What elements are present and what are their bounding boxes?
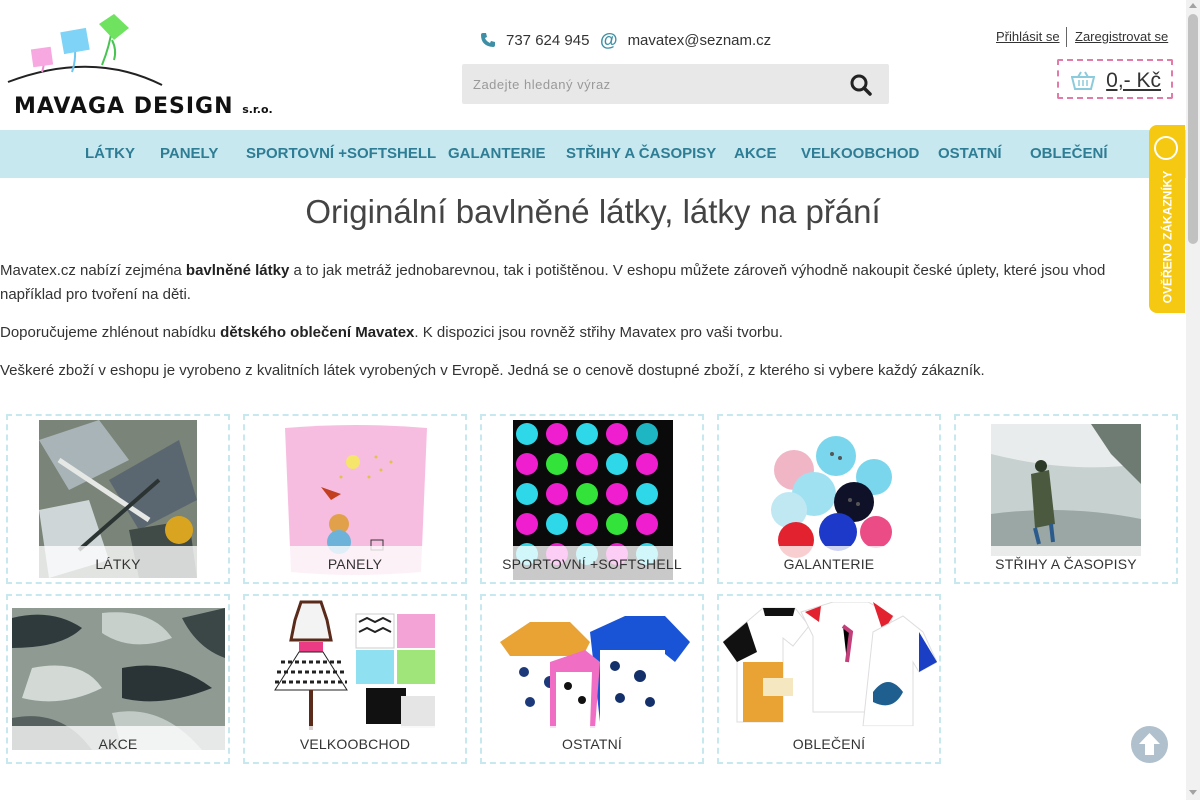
page-title: Originální bavlněné látky, látky na přán… (305, 193, 881, 230)
category-label-strihy: STŘIHY A ČASOPISY (956, 546, 1176, 582)
category-image-velkoobchod (271, 600, 441, 740)
nav-item-galanterie[interactable]: GALANTERIE (448, 130, 546, 178)
scrollbar-thumb[interactable] (1188, 14, 1198, 244)
category-label-velkoobchod: VELKOOBCHOD (245, 726, 465, 762)
category-label-ostatni: OSTATNÍ (482, 726, 702, 762)
site-logo[interactable]: MAVAGA DESIGN s.r.o. (2, 10, 273, 120)
phone-icon (480, 32, 496, 48)
nav-item-sportovni[interactable]: SPORTOVNÍ +SOFTSHELL (246, 130, 436, 178)
intro-text-line2: například pro tvoření na děti. (0, 286, 191, 303)
nav-item-panely[interactable]: PANELY (160, 130, 218, 178)
category-label-sportovni: SPORTOVNÍ +SOFTSHELL (482, 546, 702, 582)
phone-number: 737 624 945 (506, 31, 590, 49)
cart-total: 0,- Kč (1106, 69, 1161, 92)
category-image-obleceni (723, 602, 937, 732)
category-tile-panely[interactable]: PANELY (243, 414, 467, 584)
logo-kites-graphic (7, 14, 163, 86)
brand-name: MAVAGA DESIGN (14, 94, 234, 119)
category-image-galanterie (764, 432, 899, 562)
site-header: MAVAGA DESIGN s.r.o. 737 624 945 @ mavat… (0, 0, 1186, 130)
nav-item-obleceni[interactable]: OBLEČENÍ (1030, 130, 1108, 178)
logo-text: MAVAGA DESIGN s.r.o. (14, 94, 273, 119)
intro-text-cont: a to jak metráž jednobarevnou, tak i pot… (289, 262, 1106, 279)
nav-item-ostatni[interactable]: OSTATNÍ (938, 130, 1002, 178)
at-icon: @ (600, 29, 618, 50)
main-nav: LÁTKY PANELY SPORTOVNÍ +SOFTSHELL GALANT… (0, 130, 1186, 178)
category-label-akce: AKCE (8, 726, 228, 762)
scroll-up-arrow-icon[interactable] (1189, 3, 1197, 8)
nav-item-akce[interactable]: AKCE (734, 130, 777, 178)
nav-item-latky[interactable]: LÁTKY (85, 130, 135, 178)
category-image-ostatni (490, 602, 695, 736)
login-link[interactable]: Přihlásit se (996, 29, 1060, 44)
intro-paragraph-2: Doporučujeme zhlénout nabídku dětského o… (0, 321, 1150, 345)
recommend-text: Doporučujeme zhlénout nabídku (0, 324, 221, 341)
search-icon[interactable] (849, 73, 873, 97)
recommend-text-cont: . K dispozici jsou rovněž střihy Mavatex… (414, 324, 783, 341)
badge-seal-icon (1154, 136, 1178, 160)
intro-text: Mavatex.cz nabízí zejména (0, 262, 186, 279)
contact-phone[interactable]: 737 624 945 (480, 28, 589, 52)
email-address: mavatex@seznam.cz (627, 31, 772, 49)
recommend-bold-text[interactable]: dětského oblečení Mavatex (220, 324, 414, 341)
nav-item-velkoobchod[interactable]: VELKOOBCHOD (801, 130, 919, 178)
category-tile-akce[interactable]: AKCE (6, 594, 230, 764)
intro-paragraph-3: Veškeré zboží v eshopu je vyrobeno z kva… (0, 362, 985, 379)
auth-divider (1066, 27, 1067, 47)
contact-email[interactable]: @ mavatex@seznam.cz (600, 28, 771, 52)
scroll-down-arrow-icon[interactable] (1189, 790, 1197, 795)
category-label-obleceni: OBLEČENÍ (719, 726, 939, 762)
category-tile-obleceni[interactable]: OBLEČENÍ (717, 594, 941, 764)
page-scrollbar[interactable] (1186, 0, 1200, 800)
category-tile-latky[interactable]: LÁTKY (6, 414, 230, 584)
category-tile-ostatni[interactable]: OSTATNÍ (480, 594, 704, 764)
category-label-latky: LÁTKY (8, 546, 228, 582)
cart-button[interactable]: 0,- Kč (1057, 59, 1173, 99)
intro-paragraph-1: Mavatex.cz nabízí zejména bavlněné látky… (0, 259, 1150, 307)
arrow-up-icon (1139, 733, 1160, 755)
search-input[interactable] (462, 64, 843, 104)
category-tile-strihy[interactable]: STŘIHY A ČASOPISY (954, 414, 1178, 584)
category-image-strihy (991, 424, 1141, 556)
brand-suffix: s.r.o. (242, 103, 273, 116)
search-box (462, 64, 889, 104)
basket-icon (1070, 71, 1096, 96)
category-label-galanterie: GALANTERIE (719, 546, 939, 582)
category-tile-sportovni[interactable]: SPORTOVNÍ +SOFTSHELL (480, 414, 704, 584)
badge-text: OVĚŘENO ZÁKAZNÍKY (1160, 170, 1174, 304)
register-link[interactable]: Zaregistrovat se (1075, 29, 1168, 44)
intro-bold-text[interactable]: bavlněné látky (186, 262, 289, 279)
category-tile-galanterie[interactable]: GALANTERIE (717, 414, 941, 584)
category-label-panely: PANELY (245, 546, 465, 582)
category-tile-velkoobchod[interactable]: VELKOOBCHOD (243, 594, 467, 764)
back-to-top-button[interactable] (1131, 726, 1168, 763)
nav-item-strihy[interactable]: STŘIHY A ČASOPISY (566, 130, 716, 178)
